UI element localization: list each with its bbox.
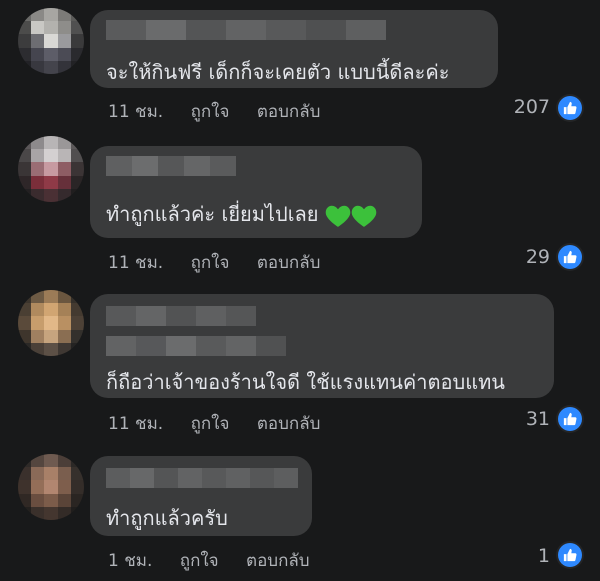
like-link[interactable]: ถูกใจ [191, 253, 230, 273]
comment-bubble: จะให้กินฟรี เด็กก็จะเคยตัว แบบนี้ดีละค่ะ [90, 10, 498, 88]
reply-link[interactable]: ตอบกลับ [257, 253, 321, 273]
avatar[interactable] [18, 136, 84, 202]
reaction-count[interactable]: 29 [526, 246, 550, 268]
reply-link[interactable]: ตอบกลับ [257, 102, 321, 122]
comment-bubble: ก็ถือว่าเจ้าของร้านใจดี ใช้แรงแทนค่าตอบแ… [90, 294, 554, 398]
timestamp[interactable]: 11 ชม. [108, 102, 163, 122]
reaction-count[interactable]: 31 [526, 408, 550, 430]
like-reaction-icon[interactable] [558, 96, 582, 120]
comment-text: จะให้กินฟรี เด็กก็จะเคยตัว แบบนี้ดีละค่ะ [106, 60, 450, 84]
comment-meta: 11 ชม. ถูกใจ ตอบกลับ [108, 410, 320, 437]
comment-text: ก็ถือว่าเจ้าของร้านใจดี ใช้แรงแทนค่าตอบแ… [106, 370, 505, 394]
reaction-count[interactable]: 1 [538, 545, 550, 567]
author-name-redacted[interactable] [106, 336, 286, 356]
green-heart-icon [325, 205, 351, 227]
comment-bubble: ทำถูกแล้วครับ [90, 456, 312, 536]
comment-text: ทำถูกแล้วค่ะ เยี่ยมไปเลย [106, 198, 377, 230]
author-name-redacted[interactable] [106, 20, 386, 40]
reply-link[interactable]: ตอบกลับ [246, 551, 310, 571]
like-link[interactable]: ถูกใจ [191, 414, 230, 434]
comment-text-content: ทำถูกแล้วค่ะ เยี่ยมไปเลย [106, 202, 319, 226]
like-reaction-icon[interactable] [558, 407, 582, 431]
comment-bubble: ทำถูกแล้วค่ะ เยี่ยมไปเลย [90, 146, 422, 238]
comment-meta: 11 ชม. ถูกใจ ตอบกลับ [108, 249, 320, 276]
comment-meta: 1 ชม. ถูกใจ ตอบกลับ [108, 547, 310, 574]
timestamp[interactable]: 1 ชม. [108, 551, 152, 571]
author-name-redacted[interactable] [106, 468, 298, 488]
green-heart-icon [351, 205, 377, 227]
timestamp[interactable]: 11 ชม. [108, 414, 163, 434]
reply-link[interactable]: ตอบกลับ [257, 414, 321, 434]
reaction-count[interactable]: 207 [514, 96, 550, 118]
like-link[interactable]: ถูกใจ [191, 102, 230, 122]
avatar[interactable] [18, 290, 84, 356]
comment-meta: 11 ชม. ถูกใจ ตอบกลับ [108, 98, 320, 125]
like-reaction-icon[interactable] [558, 543, 582, 567]
avatar[interactable] [18, 8, 84, 74]
avatar[interactable] [18, 454, 84, 520]
comment-text: ทำถูกแล้วครับ [106, 506, 228, 530]
like-reaction-icon[interactable] [558, 245, 582, 269]
like-link[interactable]: ถูกใจ [180, 551, 219, 571]
author-name-redacted[interactable] [106, 156, 236, 176]
author-name-redacted[interactable] [106, 306, 256, 326]
timestamp[interactable]: 11 ชม. [108, 253, 163, 273]
